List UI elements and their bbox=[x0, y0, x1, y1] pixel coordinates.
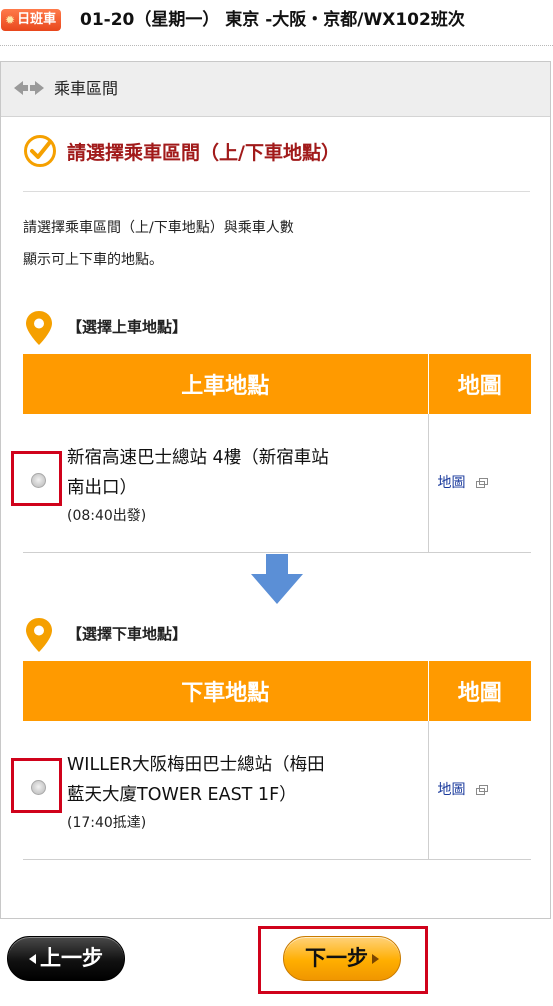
down-arrow-icon bbox=[251, 554, 303, 604]
boarding-location-header: 上車地點 bbox=[23, 354, 428, 414]
divider bbox=[23, 191, 530, 192]
route-selection-panel: 乘車區間 請選擇乘車區間（上/下車地點） 請選擇乘車區間（上/下車地點）與乘車人… bbox=[0, 61, 551, 919]
next-step-button[interactable]: 下一步 bbox=[283, 936, 401, 981]
triangle-right-icon bbox=[372, 953, 379, 964]
alighting-location-header: 下車地點 bbox=[23, 661, 428, 721]
alighting-map-link-label[interactable]: 地圖 bbox=[438, 780, 466, 800]
alighting-arrival-time: (17:40抵達) bbox=[67, 815, 147, 831]
trip-header-bar: ✹ 日班車 01-20（星期一） 東京 -大阪・京都/WX102班次 bbox=[0, 0, 553, 46]
panel-title: 乘車區間 bbox=[54, 79, 119, 98]
external-window-icon[interactable] bbox=[475, 785, 488, 795]
prev-step-button[interactable]: 上一步 bbox=[7, 936, 125, 981]
boarding-stop-radio[interactable] bbox=[31, 473, 46, 488]
boarding-stop-name-line2: 南出口） bbox=[67, 478, 137, 498]
day-bus-badge-label: 日班車 bbox=[17, 12, 57, 27]
section-heading: 請選擇乘車區間（上/下車地點） bbox=[67, 142, 340, 164]
alighting-stop-name-line1: WILLER大阪梅田巴士總站（梅田 bbox=[67, 755, 325, 775]
boarding-departure-time: (08:40出發) bbox=[67, 508, 147, 524]
location-pin-icon bbox=[26, 618, 52, 652]
sun-icon: ✹ bbox=[5, 13, 16, 27]
location-pin-icon bbox=[26, 311, 52, 345]
alighting-map-header: 地圖 bbox=[427, 661, 531, 721]
alighting-stop-name-line2: 藍天大廈TOWER EAST 1F） bbox=[67, 785, 297, 805]
external-window-icon[interactable] bbox=[475, 478, 488, 488]
alighting-table: 下車地點 地圖 WILLER大阪梅田巴士總站（梅田 藍天大廈TOWER EAST… bbox=[11, 661, 531, 860]
description-line-1: 請選擇乘車區間（上/下車地點）與乘車人數 bbox=[23, 220, 294, 236]
alighting-stop-row: WILLER大阪梅田巴士總站（梅田 藍天大廈TOWER EAST 1F） (17… bbox=[11, 721, 531, 860]
description-line-2: 顯示可上下車的地點。 bbox=[23, 252, 163, 268]
boarding-map-link-label[interactable]: 地圖 bbox=[438, 473, 466, 493]
boarding-map-header: 地圖 bbox=[427, 354, 531, 414]
alighting-map-link[interactable]: 地圖 bbox=[438, 780, 488, 800]
left-right-arrows-icon bbox=[14, 81, 44, 95]
boarding-radio-highlight bbox=[11, 451, 62, 506]
alighting-section-label: 【選擇下車地點】 bbox=[67, 625, 188, 643]
panel-header: 乘車區間 bbox=[1, 62, 550, 117]
alighting-stop-radio[interactable] bbox=[31, 780, 46, 795]
triangle-left-icon bbox=[29, 953, 36, 964]
boarding-table: 上車地點 地圖 新宿高速巴士總站 4樓（新宿車站 南出口） (08:40出發) … bbox=[11, 354, 531, 553]
next-step-highlight: 下一步 bbox=[258, 926, 428, 994]
boarding-section-label: 【選擇上車地點】 bbox=[67, 318, 188, 336]
alighting-radio-highlight bbox=[11, 758, 62, 813]
boarding-map-link[interactable]: 地圖 bbox=[438, 473, 488, 493]
next-step-label: 下一步 bbox=[305, 946, 368, 970]
check-circle-icon bbox=[24, 135, 56, 167]
boarding-stop-row: 新宿高速巴士總站 4樓（新宿車站 南出口） (08:40出發) 地圖 bbox=[11, 414, 531, 553]
prev-step-label: 上一步 bbox=[40, 946, 103, 970]
boarding-stop-name-line1: 新宿高速巴士總站 4樓（新宿車站 bbox=[67, 448, 329, 468]
trip-title: 01-20（星期一） 東京 -大阪・京都/WX102班次 bbox=[80, 10, 465, 30]
day-bus-badge: ✹ 日班車 bbox=[1, 9, 62, 31]
